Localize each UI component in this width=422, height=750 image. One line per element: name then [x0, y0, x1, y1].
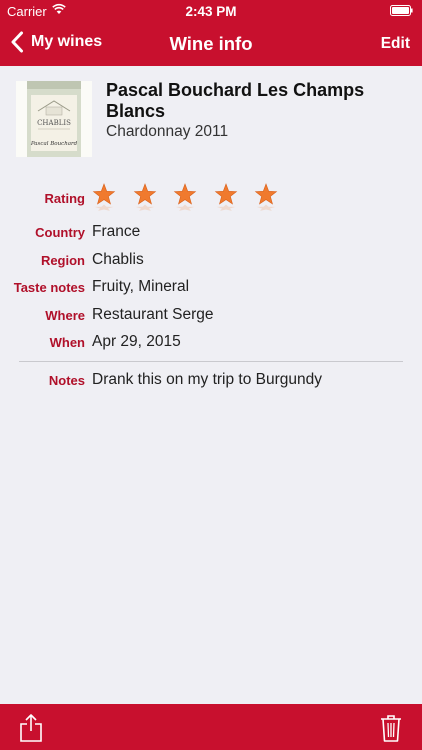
region-label: Region [40, 253, 85, 268]
country-value: France [92, 223, 141, 240]
rating-row: Rating [0, 183, 422, 213]
taste-notes-label: Taste notes [13, 280, 85, 295]
bottle-label-text: CHABLIS [37, 119, 71, 127]
share-icon[interactable] [19, 713, 43, 743]
region-value: Chablis [92, 251, 144, 268]
notes-row: Notes Drank this on my trip to Burgundy [0, 371, 422, 395]
rating-star-icon[interactable] [214, 183, 238, 213]
edit-button[interactable]: Edit [381, 35, 410, 53]
wine-variety-year: Chardonnay 2011 [106, 123, 229, 140]
page-title: Wine info [169, 33, 253, 54]
when-row: When Apr 29, 2015 [0, 333, 422, 357]
status-bar: Carrier 2:43 PM [0, 0, 422, 22]
rating-star-icon[interactable] [133, 183, 157, 213]
bottle-illustration: CHABLIS Pascal Bouchard [16, 81, 92, 157]
status-time: 2:43 PM [185, 4, 237, 19]
rating-label: Rating [44, 191, 85, 206]
country-label: Country [35, 225, 85, 240]
where-row: Where Restaurant Serge [0, 306, 422, 330]
bottom-toolbar [0, 704, 422, 750]
battery-icon [390, 5, 413, 16]
divider [19, 361, 403, 362]
trash-icon[interactable] [380, 714, 402, 742]
taste-notes-row: Taste notes Fruity, Mineral [0, 278, 422, 302]
navigation-bar: My wines Wine info Edit [0, 22, 422, 66]
where-label: Where [45, 308, 85, 323]
bottle-maker-text: Pascal Bouchard [30, 141, 78, 147]
taste-notes-value: Fruity, Mineral [92, 278, 190, 295]
notes-label: Notes [48, 373, 85, 388]
when-label: When [49, 335, 85, 350]
where-value: Restaurant Serge [92, 306, 214, 323]
rating-star-icon[interactable] [173, 183, 197, 213]
rating-stars[interactable] [92, 183, 295, 213]
region-row: Region Chablis [0, 251, 422, 275]
wine-name: Pascal Bouchard Les Champs Blancs [106, 80, 365, 121]
country-row: Country France [0, 223, 422, 247]
wine-bottle-image: CHABLIS Pascal Bouchard [16, 81, 92, 157]
notes-value: Drank this on my trip to Burgundy [92, 371, 323, 388]
when-value: Apr 29, 2015 [92, 333, 181, 350]
top-bar: Carrier 2:43 PM My wines Wine info Edit [0, 0, 422, 66]
rating-star-icon[interactable] [254, 183, 278, 213]
rating-star-icon[interactable] [92, 183, 116, 213]
